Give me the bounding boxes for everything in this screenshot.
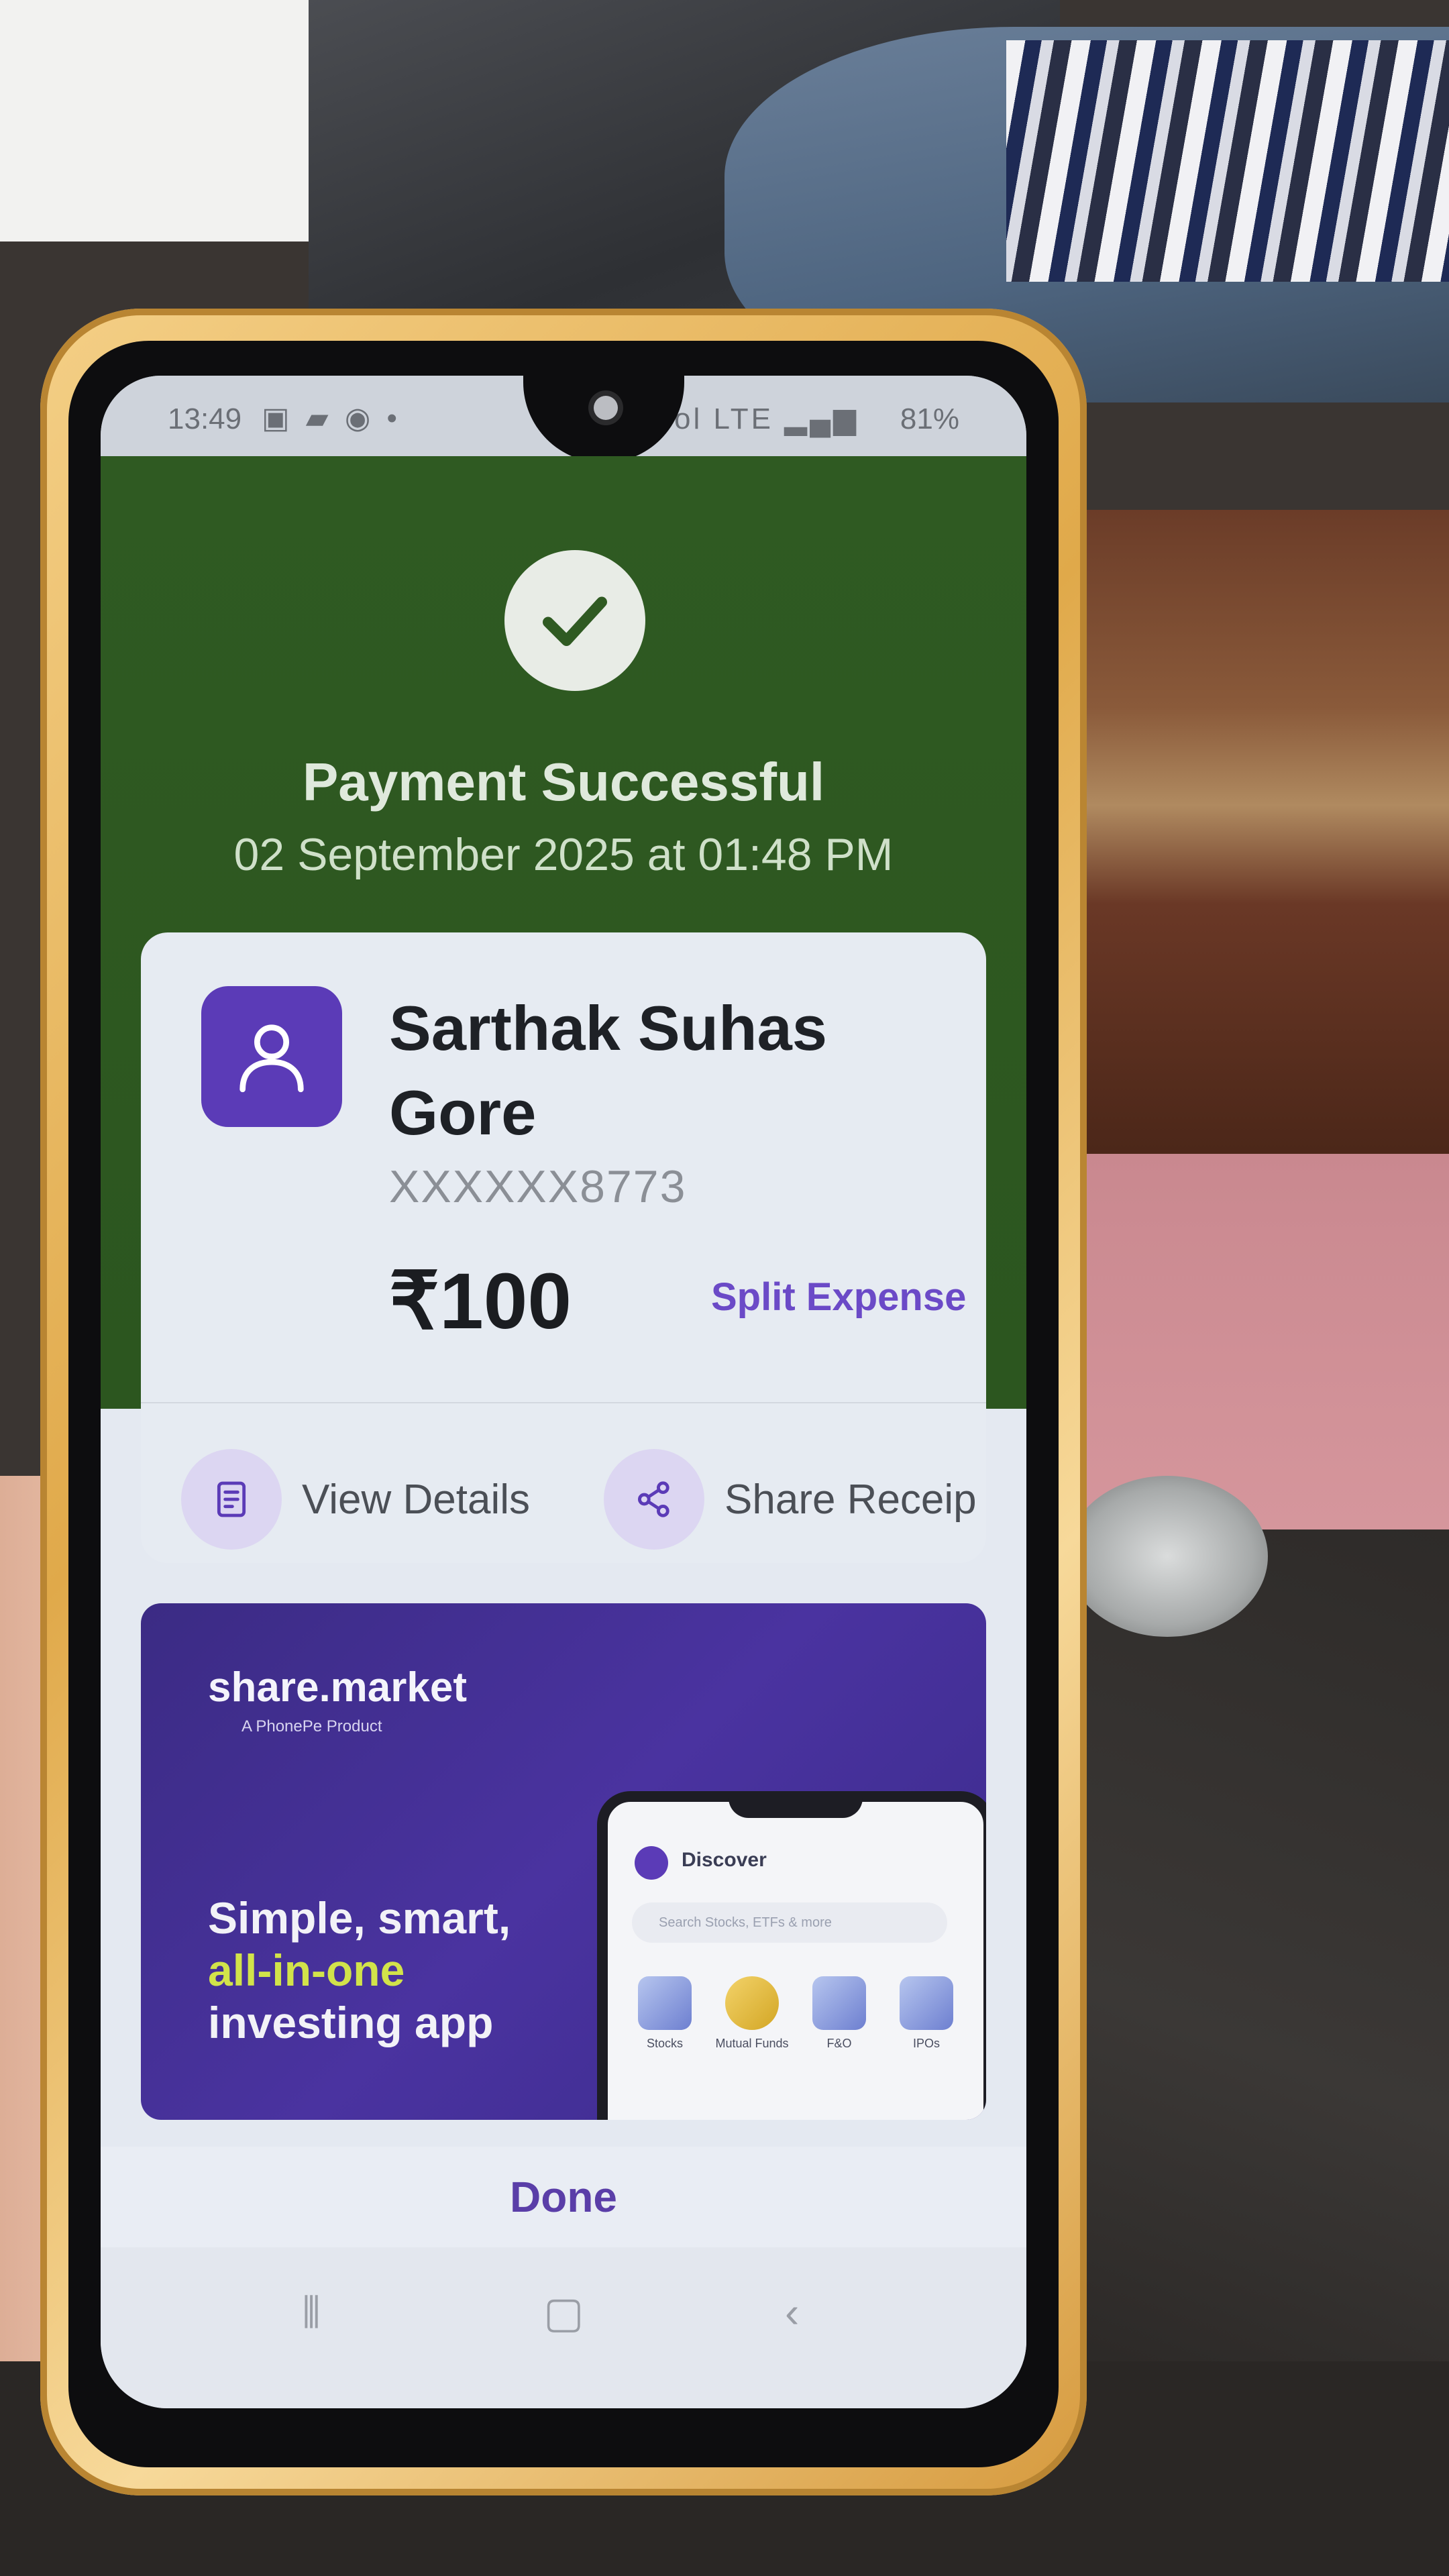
ad-tagline-line3: investing app [208,1998,494,2047]
recipient-card: Sarthak Suhas Gore XXXXXX8773 ₹100 Split… [141,932,986,1563]
back-icon[interactable]: ‹ [785,2288,799,2337]
mutual-funds-icon [725,1976,779,2030]
mockup-item: Stocks [628,1976,702,2051]
ipo-icon [900,1976,953,2030]
background-shoe [1067,1476,1268,1637]
share-receipt-button[interactable]: Share Receip [604,1449,986,1550]
share-receipt-label: Share Receip [724,1476,977,1523]
fno-icon [812,1976,866,2030]
ad-tagline: Simple, smart, all-in-one investing app [208,1892,511,2049]
success-check-icon [504,550,645,691]
ad-tagline-line2: all-in-one [208,1945,405,1995]
share-market-ad-banner[interactable]: share.market A PhonePe Product Simple, s… [141,1603,986,2120]
battery-level: 81% [900,402,959,435]
ad-sublogo: A PhonePe Product [241,1717,382,1735]
mockup-avatar-icon [635,1846,668,1880]
mockup-item: IPOs [890,1976,963,2051]
payment-timestamp: 02 September 2025 at 01:48 PM [233,829,894,880]
mockup-notch [729,1791,863,1818]
mockup-category-grid: Stocks Mutual Funds F&O IPOs [628,1976,963,2051]
share-icon [604,1449,704,1550]
mockup-title: Discover [682,1849,767,1871]
view-details-label: View Details [302,1476,531,1523]
front-camera [594,396,618,420]
ad-phone-mockup: Discover Search Stocks, ETFs & more Stoc… [597,1791,986,2120]
card-divider [141,1402,986,1403]
ad-tagline-line1: Simple, smart, [208,1893,511,1943]
view-details-button[interactable]: View Details [181,1449,584,1550]
system-nav-bar: ⦀ ▢ ‹ [101,2247,1026,2408]
status-time: 13:49 [168,402,242,435]
split-expense-link[interactable]: Split Expense [711,1275,966,1320]
document-icon [181,1449,282,1550]
phone-screen: 13:49 ▣ ▰ ◉ • ⏰ ⊘ Vol LTE ▂▄▆ 81% Paymen… [101,376,1026,2408]
mockup-item: Mutual Funds [715,1976,789,2051]
mockup-item: F&O [802,1976,876,2051]
share-market-logo: share.market [208,1664,468,1711]
payment-amount: ₹100 [389,1257,572,1346]
notification-icons: ▣ ▰ ◉ • [262,402,401,435]
background-shirt [1006,40,1449,282]
mockup-search-bar: Search Stocks, ETFs & more [632,1902,947,1943]
background-rusted-panel [1046,510,1449,1167]
payee-name: Sarthak Suhas Gore [389,993,828,1148]
recent-apps-icon[interactable]: ⦀ [302,2288,321,2338]
payment-status-title: Payment Successful [302,752,825,812]
user-avatar-icon [201,986,342,1127]
home-icon[interactable]: ▢ [543,2288,584,2338]
stocks-icon [638,1976,692,2030]
payee-account-number: XXXXXX8773 [389,1161,687,1212]
done-button[interactable]: Done [101,2147,1026,2247]
